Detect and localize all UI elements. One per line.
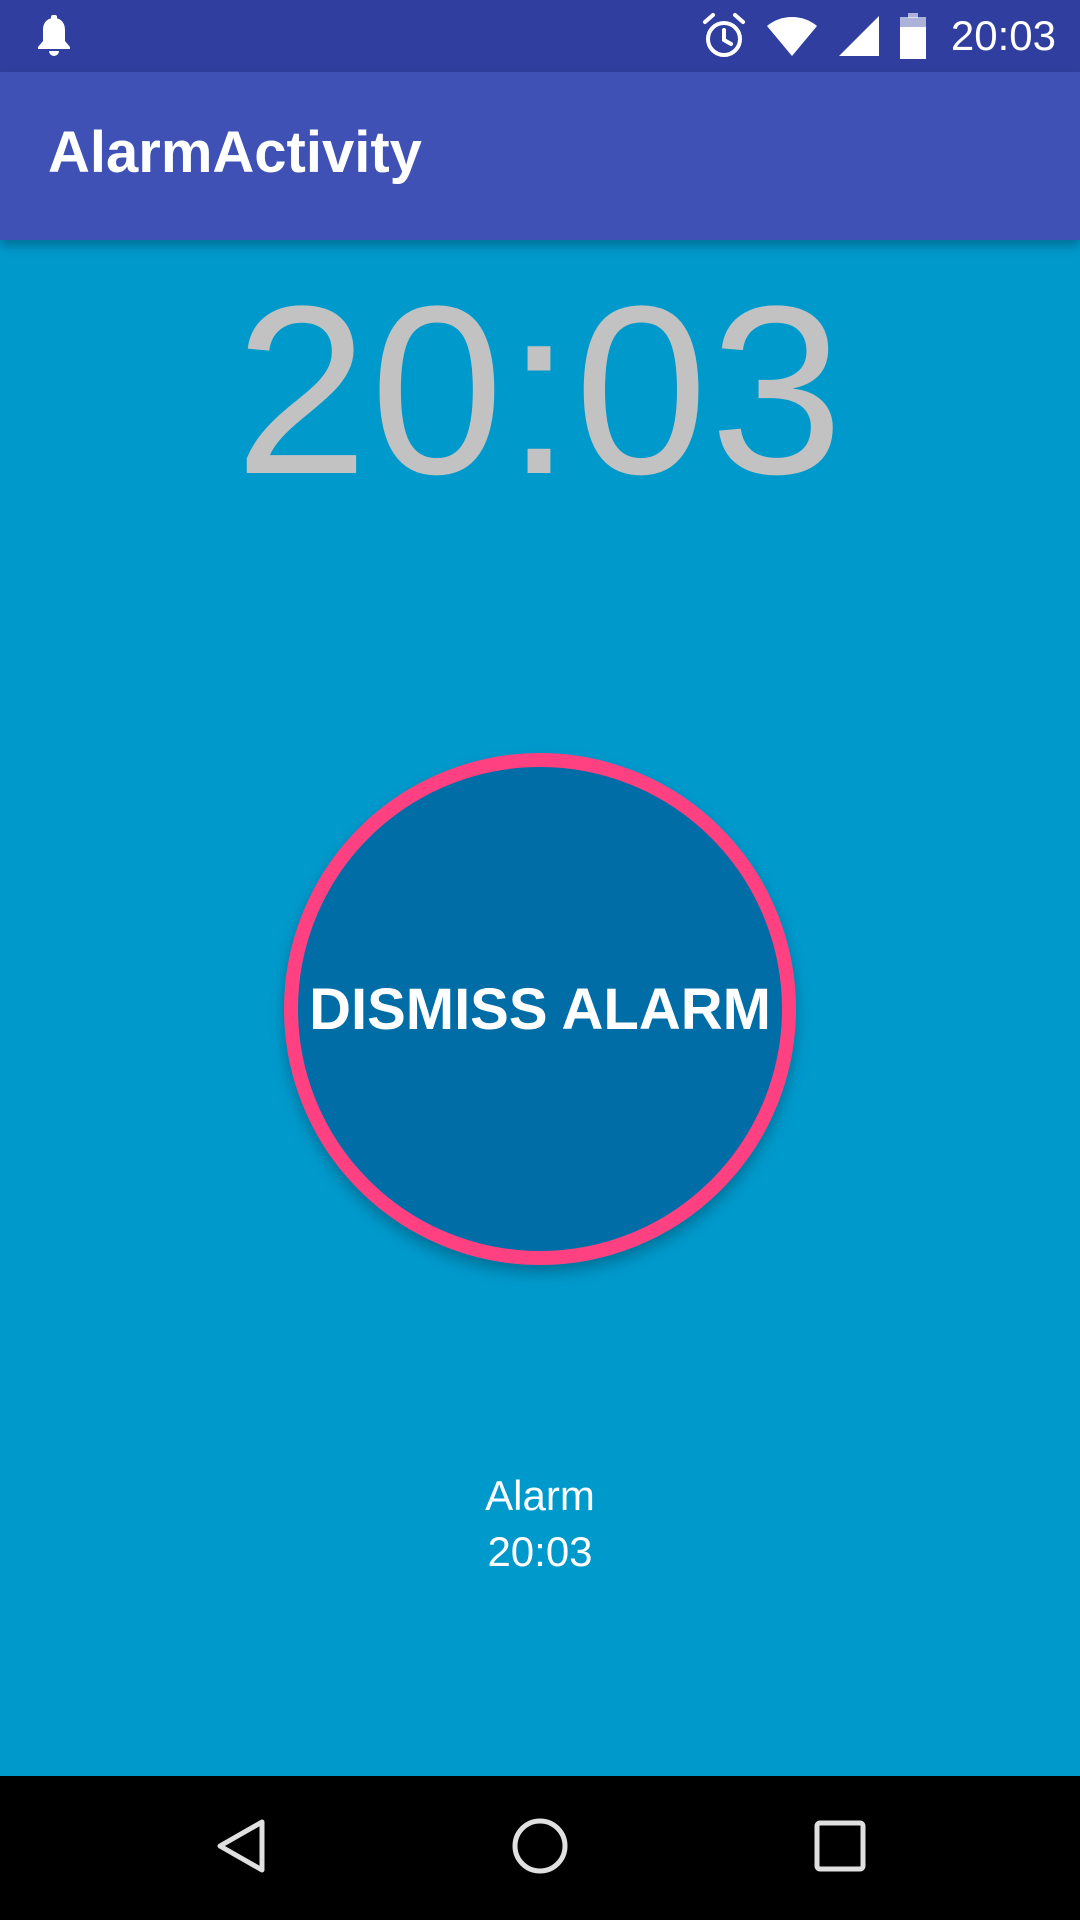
- current-time-display: 20:03: [234, 256, 846, 524]
- wifi-icon: [765, 14, 819, 58]
- alarm-time: 20:03: [487, 1528, 593, 1575]
- home-icon: [510, 1816, 570, 1881]
- status-bar: 20:03: [0, 0, 1080, 72]
- cell-signal-icon: [837, 14, 881, 58]
- navigation-bar: [0, 1776, 1080, 1920]
- alarm-label: Alarm: [485, 1472, 595, 1519]
- app-bar: AlarmActivity: [0, 72, 1080, 240]
- home-button[interactable]: [490, 1798, 590, 1898]
- dismiss-button-container: DISMISS ALARM: [284, 753, 796, 1265]
- status-time: 20:03: [950, 12, 1056, 59]
- alarm-clock-icon: [701, 12, 747, 60]
- recent-apps-button[interactable]: [790, 1798, 890, 1898]
- battery-icon: [899, 13, 927, 59]
- back-button[interactable]: [190, 1798, 290, 1898]
- notification-bell-icon: [34, 14, 74, 58]
- dismiss-alarm-button[interactable]: DISMISS ALARM: [284, 753, 796, 1265]
- app-title: AlarmActivity: [48, 120, 422, 185]
- alarm-info: Alarm 20:03: [0, 1468, 1080, 1580]
- back-icon: [212, 1816, 268, 1881]
- alarm-screen: 20:03 DISMISS ALARM Alarm 20:03: [0, 240, 1080, 1776]
- recent-apps-icon: [813, 1819, 867, 1878]
- status-icons: 20:03: [701, 0, 1056, 72]
